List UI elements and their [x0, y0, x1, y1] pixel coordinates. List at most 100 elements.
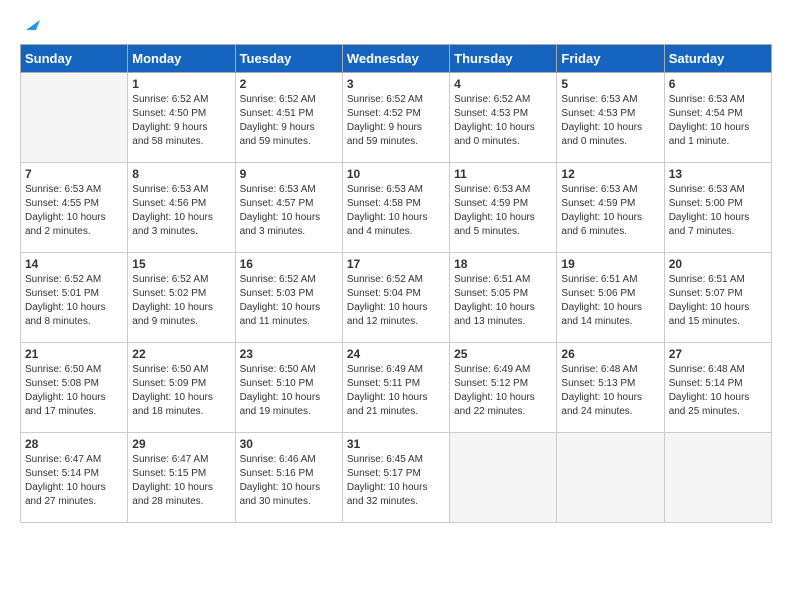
calendar-body: 1 Sunrise: 6:52 AM Sunset: 4:50 PM Daylig… [21, 73, 772, 523]
day-info: Sunrise: 6:47 AM Sunset: 5:14 PM Dayligh… [25, 453, 123, 509]
calendar-cell: 10 Sunrise: 6:53 AM Sunset: 4:58 PM Dayli… [342, 163, 449, 253]
header-thursday: Thursday [450, 45, 557, 73]
day-number: 4 [454, 77, 552, 91]
calendar-cell: 2 Sunrise: 6:52 AM Sunset: 4:51 PM Daylig… [235, 73, 342, 163]
day-info: Sunrise: 6:51 AM Sunset: 5:05 PM Dayligh… [454, 273, 552, 329]
logo [20, 20, 40, 34]
day-number: 31 [347, 437, 445, 451]
calendar-cell: 14 Sunrise: 6:52 AM Sunset: 5:01 PM Dayli… [21, 253, 128, 343]
day-info: Sunrise: 6:49 AM Sunset: 5:11 PM Dayligh… [347, 363, 445, 419]
day-info: Sunrise: 6:53 AM Sunset: 4:59 PM Dayligh… [454, 183, 552, 239]
day-number: 21 [25, 347, 123, 361]
day-number: 17 [347, 257, 445, 271]
day-number: 23 [240, 347, 338, 361]
day-info: Sunrise: 6:49 AM Sunset: 5:12 PM Dayligh… [454, 363, 552, 419]
day-info: Sunrise: 6:51 AM Sunset: 5:06 PM Dayligh… [561, 273, 659, 329]
day-info: Sunrise: 6:51 AM Sunset: 5:07 PM Dayligh… [669, 273, 767, 329]
calendar-cell [557, 433, 664, 523]
day-info: Sunrise: 6:45 AM Sunset: 5:17 PM Dayligh… [347, 453, 445, 509]
calendar-cell: 15Sunrise: 6:52 AM Sunset: 5:02 PM Dayli… [128, 253, 235, 343]
calendar-cell: 9 Sunrise: 6:53 AM Sunset: 4:57 PM Daylig… [235, 163, 342, 253]
day-number: 24 [347, 347, 445, 361]
day-number: 13 [669, 167, 767, 181]
calendar-cell: 8Sunrise: 6:53 AM Sunset: 4:56 PM Daylig… [128, 163, 235, 253]
calendar-cell: 23Sunrise: 6:50 AM Sunset: 5:10 PM Dayli… [235, 343, 342, 433]
day-info: Sunrise: 6:53 AM Sunset: 4:57 PM Dayligh… [240, 183, 338, 239]
header-sunday: Sunday [21, 45, 128, 73]
day-number: 10 [347, 167, 445, 181]
week-row-2: 7 Sunrise: 6:53 AM Sunset: 4:55 PM Daylig… [21, 163, 772, 253]
day-number: 25 [454, 347, 552, 361]
day-number: 7 [25, 167, 123, 181]
header-wednesday: Wednesday [342, 45, 449, 73]
day-number: 20 [669, 257, 767, 271]
day-info: Sunrise: 6:53 AM Sunset: 4:53 PM Dayligh… [561, 93, 659, 149]
day-info: Sunrise: 6:53 AM Sunset: 4:58 PM Dayligh… [347, 183, 445, 239]
day-number: 29 [132, 437, 230, 451]
day-info: Sunrise: 6:52 AM Sunset: 5:01 PM Dayligh… [25, 273, 123, 329]
calendar-cell: 28 Sunrise: 6:47 AM Sunset: 5:14 PM Dayli… [21, 433, 128, 523]
day-number: 5 [561, 77, 659, 91]
day-number: 12 [561, 167, 659, 181]
calendar-cell: 27 Sunrise: 6:48 AM Sunset: 5:14 PM Dayli… [664, 343, 771, 433]
calendar-cell: 31 Sunrise: 6:45 AM Sunset: 5:17 PM Dayli… [342, 433, 449, 523]
calendar-cell: 7 Sunrise: 6:53 AM Sunset: 4:55 PM Daylig… [21, 163, 128, 253]
day-number: 22 [132, 347, 230, 361]
calendar-header-row: SundayMondayTuesdayWednesdayThursdayFrid… [21, 45, 772, 73]
calendar-cell: 16 Sunrise: 6:52 AM Sunset: 5:03 PM Dayli… [235, 253, 342, 343]
day-number: 9 [240, 167, 338, 181]
day-info: Sunrise: 6:53 AM Sunset: 4:59 PM Dayligh… [561, 183, 659, 239]
calendar-cell: 18 Sunrise: 6:51 AM Sunset: 5:05 PM Dayli… [450, 253, 557, 343]
calendar-cell: 24 Sunrise: 6:49 AM Sunset: 5:11 PM Dayli… [342, 343, 449, 433]
day-number: 3 [347, 77, 445, 91]
calendar-cell: 6 Sunrise: 6:53 AM Sunset: 4:54 PM Daylig… [664, 73, 771, 163]
week-row-5: 28 Sunrise: 6:47 AM Sunset: 5:14 PM Dayli… [21, 433, 772, 523]
day-info: Sunrise: 6:52 AM Sunset: 4:50 PM Dayligh… [132, 93, 230, 149]
calendar-cell: 21 Sunrise: 6:50 AM Sunset: 5:08 PM Dayli… [21, 343, 128, 433]
page-header [20, 20, 772, 34]
week-row-3: 14 Sunrise: 6:52 AM Sunset: 5:01 PM Dayli… [21, 253, 772, 343]
day-number: 2 [240, 77, 338, 91]
calendar-cell: 30 Sunrise: 6:46 AM Sunset: 5:16 PM Dayli… [235, 433, 342, 523]
day-number: 26 [561, 347, 659, 361]
calendar-cell [21, 73, 128, 163]
day-number: 6 [669, 77, 767, 91]
day-number: 14 [25, 257, 123, 271]
calendar-cell: 3Sunrise: 6:52 AM Sunset: 4:52 PM Daylig… [342, 73, 449, 163]
header-saturday: Saturday [664, 45, 771, 73]
day-info: Sunrise: 6:53 AM Sunset: 4:54 PM Dayligh… [669, 93, 767, 149]
calendar-cell: 12 Sunrise: 6:53 AM Sunset: 4:59 PM Dayli… [557, 163, 664, 253]
day-info: Sunrise: 6:53 AM Sunset: 4:55 PM Dayligh… [25, 183, 123, 239]
logo-bird-icon [22, 16, 40, 34]
calendar-cell: 19Sunrise: 6:51 AM Sunset: 5:06 PM Dayli… [557, 253, 664, 343]
day-number: 27 [669, 347, 767, 361]
day-info: Sunrise: 6:50 AM Sunset: 5:09 PM Dayligh… [132, 363, 230, 419]
calendar-cell: 13 Sunrise: 6:53 AM Sunset: 5:00 PM Dayli… [664, 163, 771, 253]
calendar-cell [450, 433, 557, 523]
week-row-1: 1 Sunrise: 6:52 AM Sunset: 4:50 PM Daylig… [21, 73, 772, 163]
day-number: 28 [25, 437, 123, 451]
header-friday: Friday [557, 45, 664, 73]
calendar-cell: 22 Sunrise: 6:50 AM Sunset: 5:09 PM Dayli… [128, 343, 235, 433]
day-info: Sunrise: 6:47 AM Sunset: 5:15 PM Dayligh… [132, 453, 230, 509]
calendar-cell: 4 Sunrise: 6:52 AM Sunset: 4:53 PM Daylig… [450, 73, 557, 163]
day-number: 1 [132, 77, 230, 91]
day-info: Sunrise: 6:48 AM Sunset: 5:14 PM Dayligh… [669, 363, 767, 419]
day-info: Sunrise: 6:50 AM Sunset: 5:08 PM Dayligh… [25, 363, 123, 419]
day-info: Sunrise: 6:46 AM Sunset: 5:16 PM Dayligh… [240, 453, 338, 509]
day-info: Sunrise: 6:52 AM Sunset: 4:53 PM Dayligh… [454, 93, 552, 149]
day-info: Sunrise: 6:52 AM Sunset: 4:51 PM Dayligh… [240, 93, 338, 149]
day-info: Sunrise: 6:53 AM Sunset: 5:00 PM Dayligh… [669, 183, 767, 239]
day-info: Sunrise: 6:52 AM Sunset: 5:04 PM Dayligh… [347, 273, 445, 329]
day-number: 11 [454, 167, 552, 181]
day-number: 18 [454, 257, 552, 271]
week-row-4: 21 Sunrise: 6:50 AM Sunset: 5:08 PM Dayli… [21, 343, 772, 433]
day-number: 30 [240, 437, 338, 451]
day-info: Sunrise: 6:52 AM Sunset: 5:02 PM Dayligh… [132, 273, 230, 329]
day-info: Sunrise: 6:52 AM Sunset: 5:03 PM Dayligh… [240, 273, 338, 329]
header-monday: Monday [128, 45, 235, 73]
calendar-cell: 1 Sunrise: 6:52 AM Sunset: 4:50 PM Daylig… [128, 73, 235, 163]
day-number: 16 [240, 257, 338, 271]
day-info: Sunrise: 6:48 AM Sunset: 5:13 PM Dayligh… [561, 363, 659, 419]
calendar-cell: 20 Sunrise: 6:51 AM Sunset: 5:07 PM Dayli… [664, 253, 771, 343]
